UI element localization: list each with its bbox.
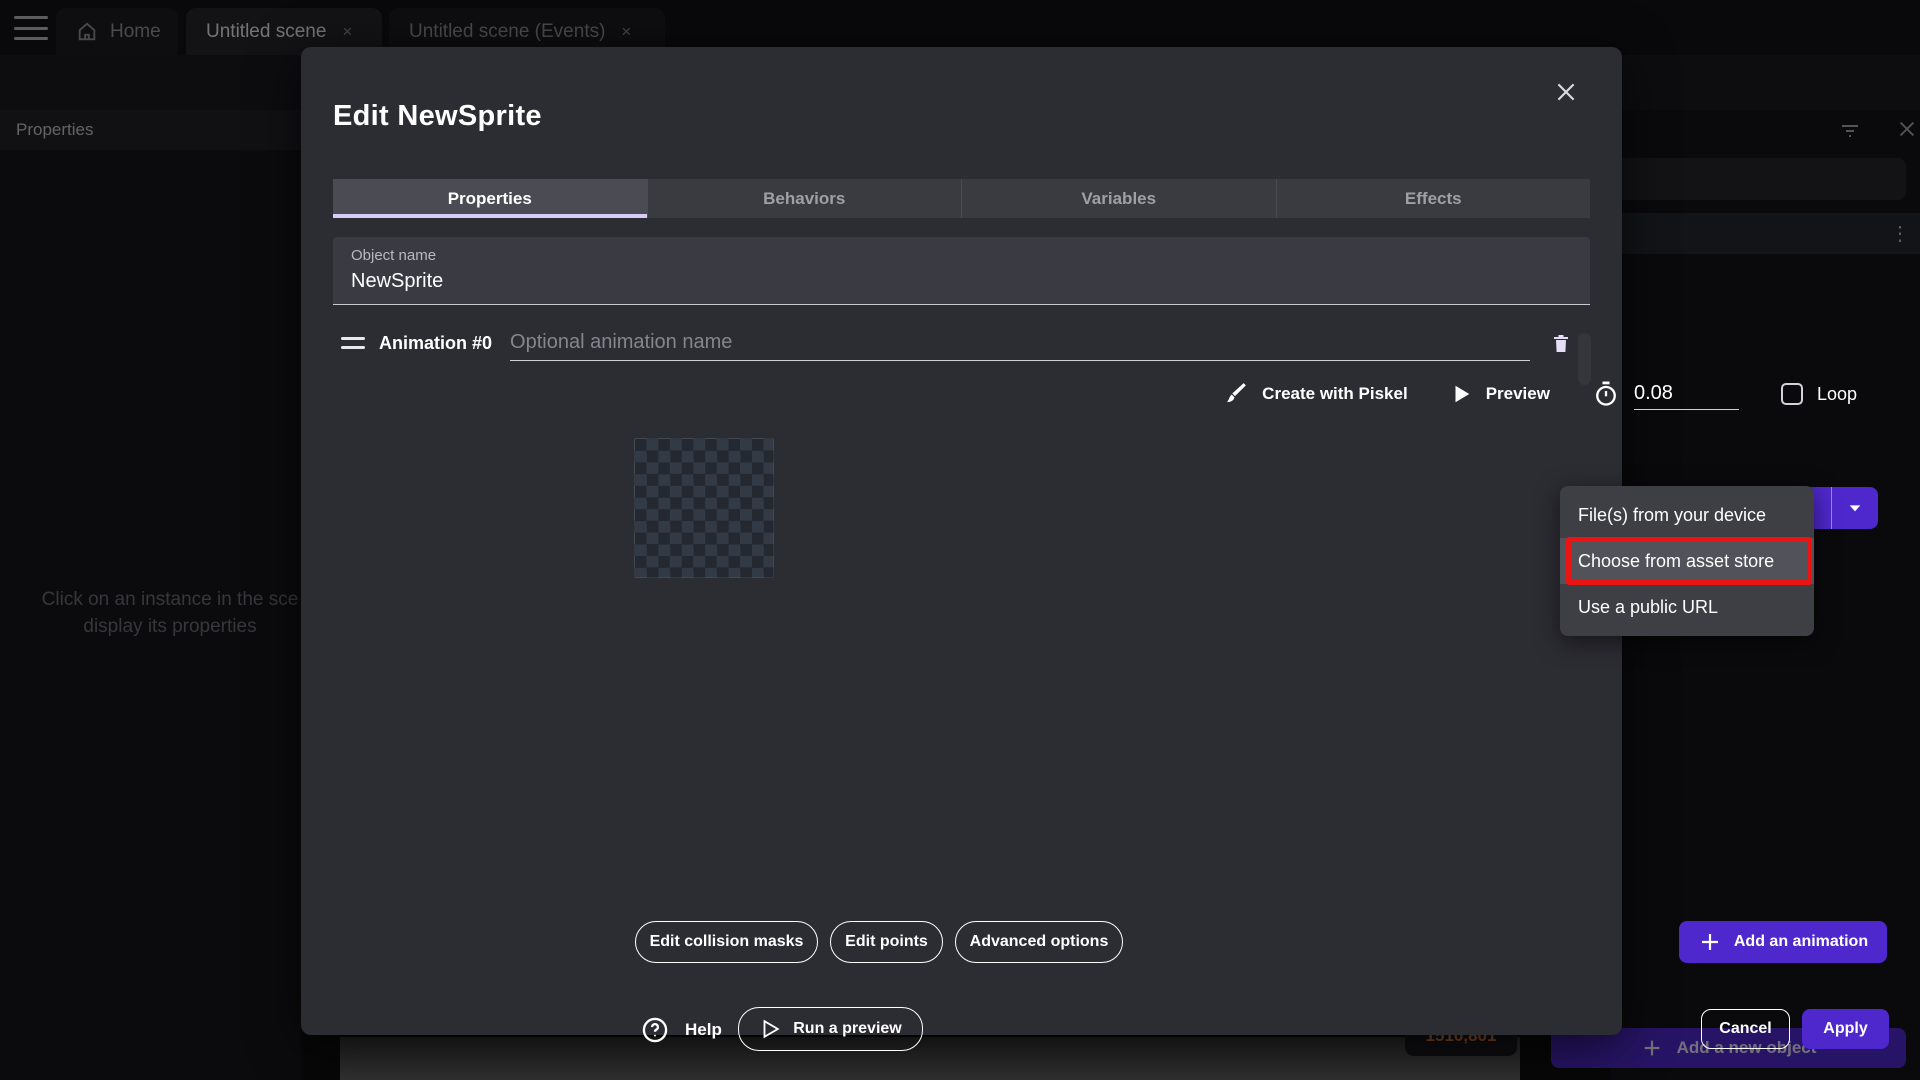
animation-row: Animation #0 bbox=[333, 323, 1590, 363]
edit-collision-masks-button[interactable]: Edit collision masks bbox=[635, 921, 818, 963]
tab-effects[interactable]: Effects bbox=[1276, 179, 1591, 218]
paintbrush-icon bbox=[1222, 381, 1248, 407]
time-between-frames-input[interactable] bbox=[1634, 378, 1739, 410]
add-animation-button[interactable]: Add an animation bbox=[1679, 921, 1887, 963]
run-preview-button[interactable]: Run a preview bbox=[738, 1007, 923, 1051]
play-icon bbox=[1450, 383, 1472, 405]
drag-handle[interactable] bbox=[341, 337, 365, 349]
help-icon bbox=[641, 1016, 669, 1044]
app-window: Home Untitled scene × Untitled scene (Ev… bbox=[0, 0, 1920, 1080]
tab-properties[interactable]: Properties bbox=[333, 179, 647, 218]
stopwatch-icon bbox=[1592, 380, 1620, 408]
preview-button[interactable]: Preview bbox=[1486, 384, 1550, 404]
add-sprite-dropdown-button[interactable] bbox=[1832, 487, 1878, 529]
cancel-button[interactable]: Cancel bbox=[1701, 1009, 1790, 1049]
plus-icon bbox=[1698, 930, 1722, 954]
delete-animation-icon[interactable] bbox=[1546, 328, 1576, 358]
object-name-label: Object name bbox=[351, 247, 1572, 264]
apply-button[interactable]: Apply bbox=[1802, 1009, 1889, 1049]
object-name-value: NewSprite bbox=[351, 270, 1572, 293]
loop-label: Loop bbox=[1817, 384, 1857, 405]
dialog-title: Edit NewSprite bbox=[333, 100, 542, 133]
help-label: Help bbox=[685, 1020, 722, 1040]
animation-name: Animation #0 bbox=[379, 333, 492, 354]
edit-points-button[interactable]: Edit points bbox=[830, 921, 943, 963]
menu-item-files-from-device[interactable]: File(s) from your device bbox=[1560, 492, 1814, 538]
animation-actions-row: Create with Piskel Preview Loop bbox=[1001, 375, 1857, 413]
dialog-tab-bar: Properties Behaviors Variables Effects bbox=[333, 179, 1590, 218]
edit-sprite-dialog: Edit NewSprite Properties Behaviors Vari… bbox=[301, 47, 1622, 1035]
tab-variables[interactable]: Variables bbox=[961, 179, 1276, 218]
close-dialog-icon[interactable] bbox=[1546, 72, 1586, 112]
menu-item-use-public-url[interactable]: Use a public URL bbox=[1560, 584, 1814, 630]
loop-checkbox[interactable] bbox=[1781, 383, 1803, 405]
create-with-piskel-button[interactable]: Create with Piskel bbox=[1262, 384, 1408, 404]
tab-behaviors[interactable]: Behaviors bbox=[647, 179, 962, 218]
sprite-frame-placeholder[interactable] bbox=[634, 438, 774, 578]
chevron-down-icon bbox=[1847, 500, 1863, 516]
advanced-options-button[interactable]: Advanced options bbox=[955, 921, 1123, 963]
menu-item-choose-from-asset-store[interactable]: Choose from asset store bbox=[1560, 538, 1814, 584]
help-button[interactable]: Help bbox=[641, 1009, 722, 1051]
object-name-field[interactable]: Object name NewSprite bbox=[333, 237, 1590, 305]
animation-name-input[interactable] bbox=[510, 325, 1530, 361]
add-sprite-menu: File(s) from your device Choose from ass… bbox=[1560, 486, 1814, 636]
play-outline-icon bbox=[759, 1018, 781, 1040]
